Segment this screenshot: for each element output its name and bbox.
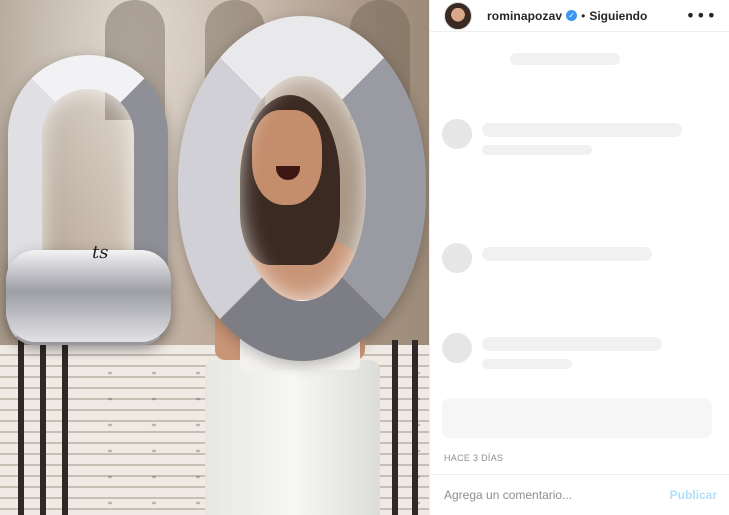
photo-person-jeans	[205, 360, 380, 515]
blurred-avatar	[442, 243, 472, 273]
avatar[interactable]	[444, 1, 472, 30]
blurred-text	[482, 359, 572, 369]
blurred-actions	[442, 398, 712, 438]
blurred-text	[510, 53, 620, 65]
blurred-avatar	[442, 333, 472, 363]
photo-railing	[412, 340, 418, 515]
photo-railing	[18, 340, 24, 515]
photo-railing	[40, 340, 46, 515]
comments-list-blurred	[430, 33, 729, 443]
publish-button[interactable]: Publicar	[670, 488, 717, 502]
header-separator: •	[581, 8, 586, 23]
blurred-text	[482, 247, 652, 261]
blurred-text	[482, 145, 592, 155]
follow-button[interactable]: Siguiendo	[589, 9, 647, 23]
instagram-post: ts rominapozav ✓ • Siguiendo ••• HACE 3 …	[0, 0, 729, 515]
comment-bar: Publicar	[430, 474, 729, 515]
balloon-number-0	[178, 16, 426, 361]
post-photo[interactable]: ts	[0, 0, 429, 515]
photo-railing	[392, 340, 398, 515]
balloon-number-2-base	[6, 250, 171, 342]
balloon-lettering: ts	[92, 242, 109, 263]
blurred-avatar	[442, 119, 472, 149]
post-side-panel: rominapozav ✓ • Siguiendo ••• HACE 3 DÍA…	[429, 0, 729, 515]
verified-badge-icon: ✓	[566, 10, 578, 21]
blurred-text	[482, 337, 662, 351]
post-header: rominapozav ✓ • Siguiendo •••	[430, 0, 729, 32]
comment-input[interactable]	[444, 488, 670, 502]
more-options-icon[interactable]: •••	[686, 7, 717, 24]
blurred-text	[482, 123, 682, 137]
photo-railing	[62, 340, 68, 515]
username-link[interactable]: rominapozav	[487, 9, 562, 23]
post-timestamp[interactable]: HACE 3 DÍAS	[444, 453, 503, 463]
